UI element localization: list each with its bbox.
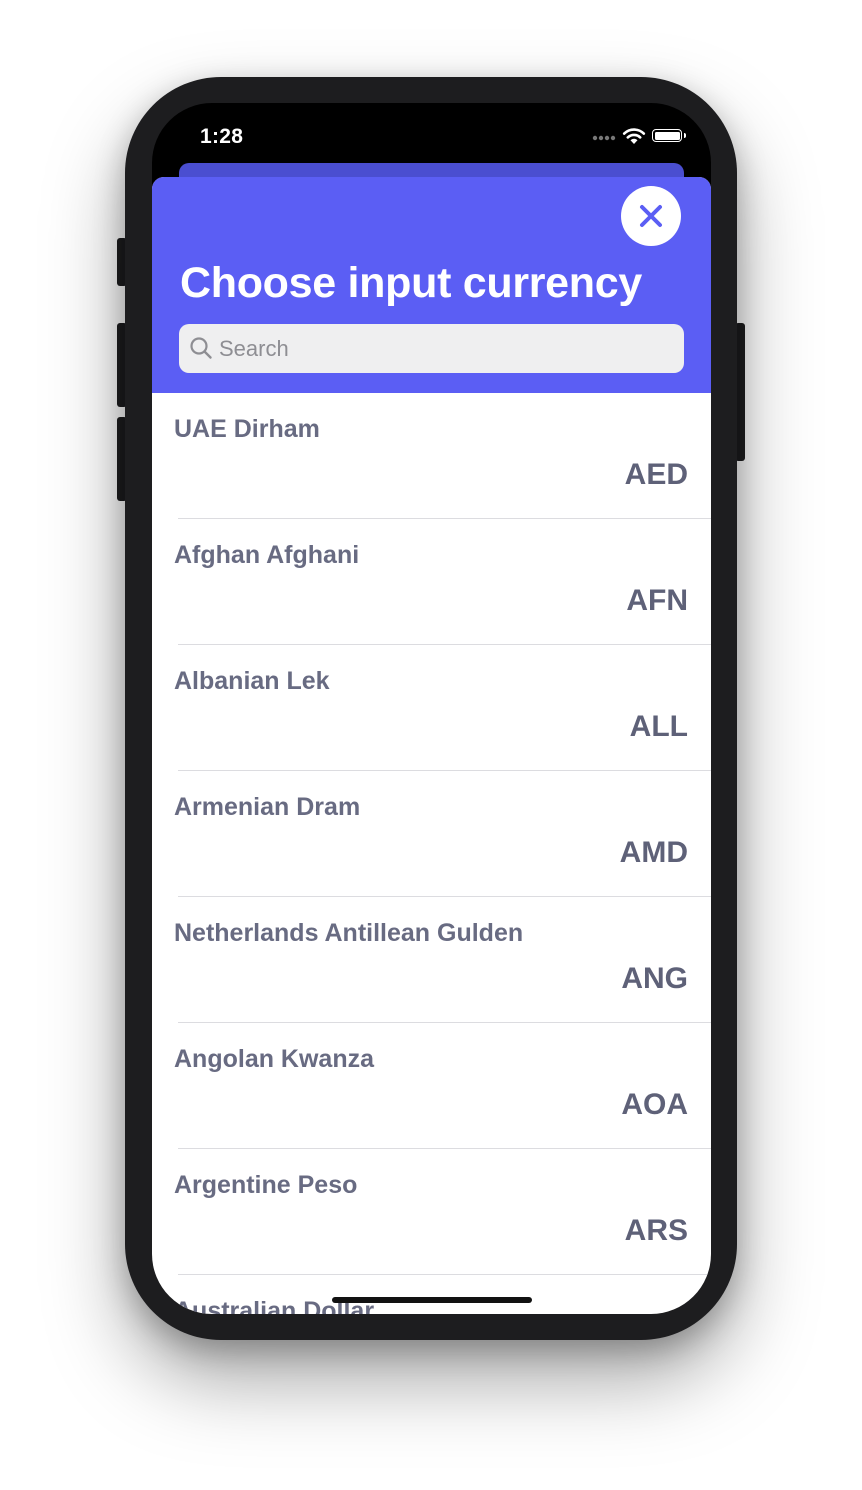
currency-row[interactable]: Albanian Lek ALL	[152, 645, 711, 771]
search-icon	[190, 337, 212, 359]
currency-code: AFN	[626, 584, 688, 617]
currency-name: Angolan Kwanza	[174, 1045, 375, 1073]
currency-name: Afghan Afghani	[174, 541, 360, 569]
cellular-signal-icon	[592, 135, 616, 141]
currency-row[interactable]: UAE Dirham AED	[152, 393, 711, 519]
wifi-icon	[622, 128, 646, 144]
currency-code: ANG	[621, 962, 688, 995]
phone-screen: 1:28 Choose input currency Search UAE Di…	[152, 103, 711, 1314]
currency-list: UAE Dirham AED Afghan Afghani AFN Albani…	[152, 393, 711, 1314]
currency-row[interactable]: Armenian Dram AMD	[152, 771, 711, 897]
search-bar[interactable]	[179, 324, 684, 373]
currency-name: Argentine Peso	[174, 1171, 358, 1199]
currency-code: AMD	[619, 836, 688, 869]
currency-name: Armenian Dram	[174, 793, 361, 821]
currency-code: ALL	[629, 710, 688, 743]
currency-row[interactable]: Netherlands Antillean Gulden ANG	[152, 897, 711, 1023]
page-title: Choose input currency	[180, 259, 642, 307]
currency-row[interactable]: Argentine Peso ARS	[152, 1149, 711, 1275]
currency-row[interactable]: Australian Dollar	[152, 1275, 711, 1314]
currency-row[interactable]: Angolan Kwanza AOA	[152, 1023, 711, 1149]
currency-code: AED	[624, 458, 688, 491]
currency-name: UAE Dirham	[174, 415, 320, 443]
currency-name: Netherlands Antillean Gulden	[174, 919, 524, 947]
status-time: 1:28	[200, 125, 244, 148]
currency-name: Albanian Lek	[174, 667, 330, 695]
currency-code: ARS	[624, 1214, 688, 1247]
search-input[interactable]	[219, 324, 674, 373]
battery-icon	[652, 129, 686, 142]
close-button[interactable]	[621, 186, 681, 246]
close-icon	[640, 205, 662, 227]
currency-code: AOA	[621, 1088, 688, 1121]
sheet-header: Choose input currency	[152, 177, 711, 393]
currency-row[interactable]: Afghan Afghani AFN	[152, 519, 711, 645]
currency-picker-sheet: Choose input currency UAE Dirham AED Afg…	[152, 177, 711, 1314]
status-bar: 1:28	[152, 103, 711, 163]
home-indicator[interactable]	[332, 1297, 532, 1303]
